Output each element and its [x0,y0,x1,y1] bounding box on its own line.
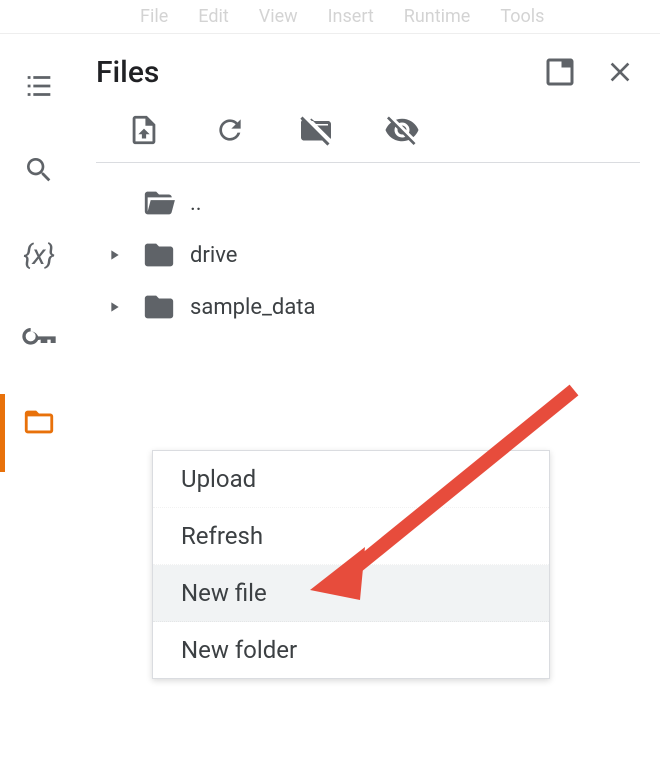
variables-icon[interactable]: {x} [19,234,59,274]
refresh-icon[interactable] [212,112,248,148]
menu-tools[interactable]: Tools [500,6,544,27]
toc-icon[interactable] [19,66,59,106]
panel-header: Files [96,52,640,92]
upload-icon[interactable] [126,112,162,148]
tree-parent-row[interactable]: .. [100,177,640,229]
folder-open-icon [142,186,182,220]
menu-edit[interactable]: Edit [198,6,228,27]
mount-drive-icon[interactable] [298,112,334,148]
context-new-file[interactable]: New file [153,565,549,622]
left-sidebar: {x} [0,34,78,762]
context-refresh[interactable]: Refresh [153,508,549,565]
menu-file[interactable]: File [140,6,168,27]
search-icon[interactable] [19,150,59,190]
menu-runtime[interactable]: Runtime [404,6,471,27]
context-upload[interactable]: Upload [153,451,549,508]
files-icon[interactable] [19,402,59,442]
menu-insert[interactable]: Insert [328,6,374,27]
folder-icon [142,238,182,272]
tree-item-label: drive [190,243,237,268]
folder-icon [142,290,182,324]
new-tab-icon[interactable] [540,52,580,92]
tree-item-label: sample_data [190,295,315,320]
file-tree: .. drive sample_data [96,177,640,333]
tree-row-drive[interactable]: drive [100,229,640,281]
hide-hidden-icon[interactable] [384,112,420,148]
context-new-folder[interactable]: New folder [153,622,549,678]
files-toolbar [96,112,640,163]
tree-parent-label: .. [190,191,202,216]
menubar: File Edit View Insert Runtime Tools [0,0,660,34]
tree-row-sample-data[interactable]: sample_data [100,281,640,333]
panel-title: Files [96,55,159,90]
chevron-right-icon[interactable] [100,299,128,315]
chevron-right-icon[interactable] [100,247,128,263]
close-icon[interactable] [600,52,640,92]
panel-header-actions [540,52,640,92]
context-menu: Upload Refresh New file New folder [152,450,550,679]
menu-view[interactable]: View [259,6,298,27]
secrets-icon[interactable] [19,318,59,358]
